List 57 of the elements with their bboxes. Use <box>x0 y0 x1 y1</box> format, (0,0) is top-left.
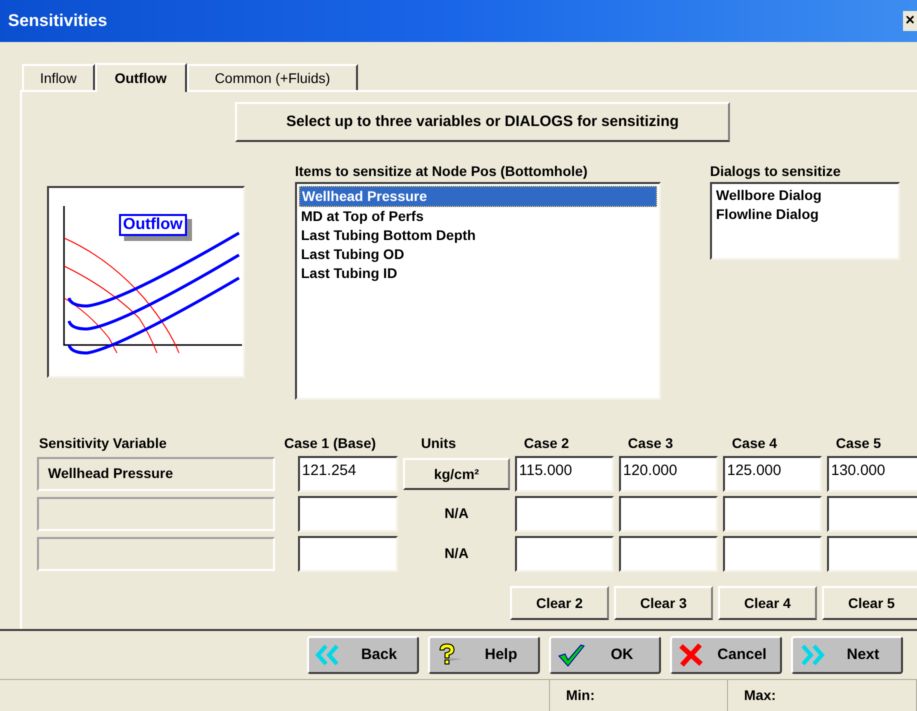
list-item[interactable]: Last Tubing Bottom Depth <box>299 226 657 245</box>
double-left-arrow-icon <box>315 644 341 666</box>
value-input[interactable]: 125.000 <box>723 456 822 492</box>
column-header: Case 4 <box>730 434 778 452</box>
help-button[interactable]: Help <box>428 636 540 674</box>
list-heading: Items to sensitize at Node Pos (Bottomhole) <box>295 162 588 180</box>
double-right-arrow-icon <box>799 644 825 666</box>
column-header: Units <box>420 434 457 452</box>
value-input[interactable] <box>723 496 822 532</box>
column-header: Case 1 (Base) <box>283 434 377 452</box>
status-label: Min: <box>566 686 595 705</box>
clear-button[interactable]: Clear 3 <box>614 586 713 620</box>
list-item[interactable]: MD at Top of Perfs <box>299 207 657 226</box>
value-input[interactable]: 120.000 <box>619 456 718 492</box>
value-input[interactable] <box>827 496 917 532</box>
value-input[interactable]: 115.000 <box>515 456 614 492</box>
clear-button[interactable]: Clear 5 <box>822 586 917 620</box>
list-item[interactable]: Wellhead Pressure <box>299 186 657 207</box>
value-input[interactable] <box>619 536 718 572</box>
value-input[interactable] <box>298 496 398 532</box>
status-label: Max: <box>744 686 776 705</box>
value-input[interactable] <box>827 536 917 572</box>
column-header: Sensitivity Variable <box>38 434 168 452</box>
value-input[interactable]: 121.254 <box>298 456 398 492</box>
tab[interactable]: Common (+Fluids) <box>186 64 358 90</box>
value-input[interactable]: 130.000 <box>827 456 917 492</box>
units-button[interactable]: kg/cm² <box>403 458 510 490</box>
clear-button[interactable]: Clear 4 <box>718 586 817 620</box>
column-header: Case 2 <box>522 434 570 452</box>
variable-field: Wellhead Pressure <box>37 457 275 491</box>
ok-button[interactable]: OK <box>549 636 661 674</box>
units-text: N/A <box>444 505 469 521</box>
units-text: N/A <box>444 545 469 561</box>
value-input[interactable] <box>723 536 822 572</box>
checkmark-icon <box>557 643 585 667</box>
value-input[interactable] <box>515 496 614 532</box>
value-input[interactable] <box>298 536 398 572</box>
next-button[interactable]: Next <box>791 636 903 674</box>
window-title: Sensitivities <box>8 10 108 32</box>
column-header: Case 5 <box>834 434 882 452</box>
instruction-button[interactable]: Select up to three variables or DIALOGS for sensitizing <box>235 102 730 142</box>
list-item[interactable]: Last Tubing ID <box>299 264 657 283</box>
clear-button[interactable]: Clear 2 <box>510 586 609 620</box>
items-listbox[interactable]: Wellhead Pressure MD at Top of Perfs Last Tubing Bottom Depth Last Tubing OD Last Tubing ID <box>295 182 661 400</box>
cross-icon <box>678 643 704 667</box>
value-input[interactable] <box>619 496 718 532</box>
list-item[interactable]: Last Tubing OD <box>299 245 657 264</box>
tab[interactable]: Outflow <box>94 63 187 92</box>
column-header: Case 3 <box>626 434 674 452</box>
list-item[interactable]: Wellbore Dialog <box>714 186 896 205</box>
value-input[interactable] <box>515 536 614 572</box>
cancel-button[interactable]: Cancel <box>670 636 782 674</box>
close-button[interactable]: × <box>903 11 917 31</box>
dialogs-listbox[interactable]: Wellbore Dialog Flowline Dialog <box>710 182 900 260</box>
back-button[interactable]: Back <box>307 636 419 674</box>
list-item[interactable]: Flowline Dialog <box>714 205 896 224</box>
list-heading: Dialogs to sensitize <box>710 162 842 180</box>
